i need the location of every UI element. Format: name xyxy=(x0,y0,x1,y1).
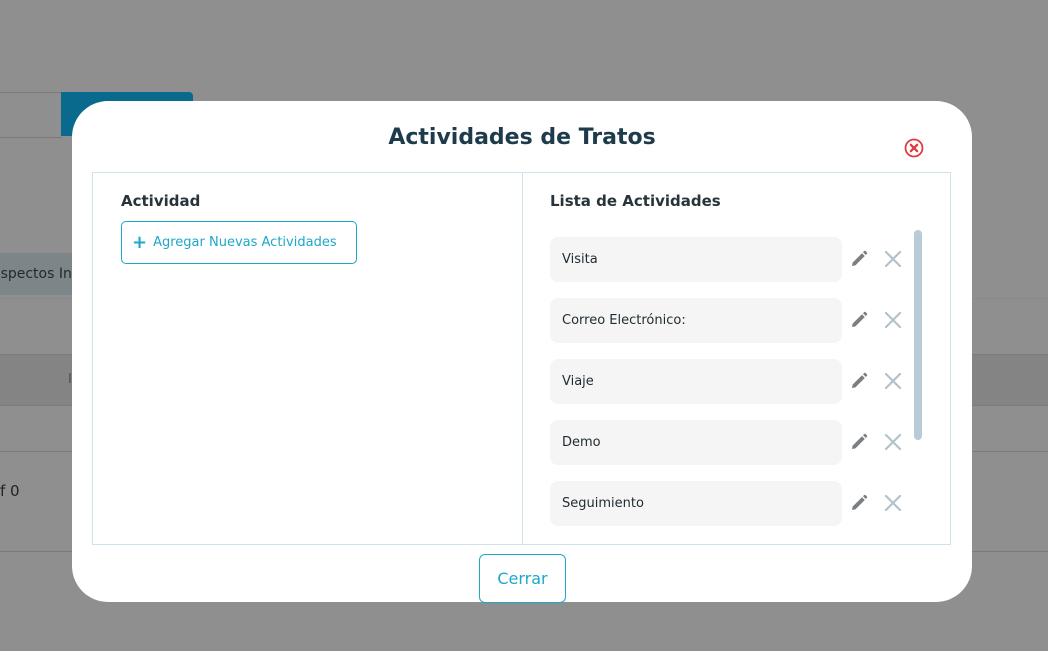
activity-list-title: Lista de Actividades xyxy=(550,192,721,210)
activity-item-label: Visita xyxy=(562,252,598,267)
activity-item: Demo xyxy=(550,420,842,465)
activity-column-title: Actividad xyxy=(121,192,201,210)
close-circle-icon[interactable] xyxy=(904,138,924,158)
column-divider xyxy=(522,173,523,544)
activity-item: Seguimiento xyxy=(550,481,842,526)
plus-icon: + xyxy=(132,231,148,253)
x-icon[interactable] xyxy=(884,433,902,451)
x-icon[interactable] xyxy=(884,250,902,268)
background-tab-label: ospectos In xyxy=(0,266,72,282)
activity-item: Viaje xyxy=(550,359,842,404)
activity-list-scrollbar[interactable] xyxy=(914,230,922,440)
close-button[interactable]: Cerrar xyxy=(479,554,566,603)
add-activities-label: Agregar Nuevas Actividades xyxy=(153,235,337,250)
pencil-icon[interactable] xyxy=(849,493,869,513)
activity-item-label: Seguimiento xyxy=(562,496,644,511)
activity-item-label: Demo xyxy=(562,435,601,450)
pencil-icon[interactable] xyxy=(849,310,869,330)
add-activities-button[interactable]: + Agregar Nuevas Actividades xyxy=(121,221,357,264)
activity-item-label: Correo Electrónico: xyxy=(562,313,686,328)
activities-modal: Actividades de Tratos Actividad + Agrega… xyxy=(72,101,972,603)
activity-item-label: Viaje xyxy=(562,374,594,389)
activity-item: Correo Electrónico: xyxy=(550,298,842,343)
modal-body-panel: Actividad + Agregar Nuevas Actividades L… xyxy=(92,172,951,545)
x-icon[interactable] xyxy=(884,494,902,512)
pencil-icon[interactable] xyxy=(849,371,869,391)
modal-title: Actividades de Tratos xyxy=(388,125,656,150)
x-icon[interactable] xyxy=(884,311,902,329)
background-pagination-text: f 0 xyxy=(0,482,20,500)
x-icon[interactable] xyxy=(884,372,902,390)
pencil-icon[interactable] xyxy=(849,432,869,452)
background-search-input xyxy=(0,92,62,138)
pencil-icon[interactable] xyxy=(849,249,869,269)
activity-list: Visita Correo Electrónico: Viaje Demo Se… xyxy=(550,237,910,537)
activity-item: Visita xyxy=(550,237,842,282)
